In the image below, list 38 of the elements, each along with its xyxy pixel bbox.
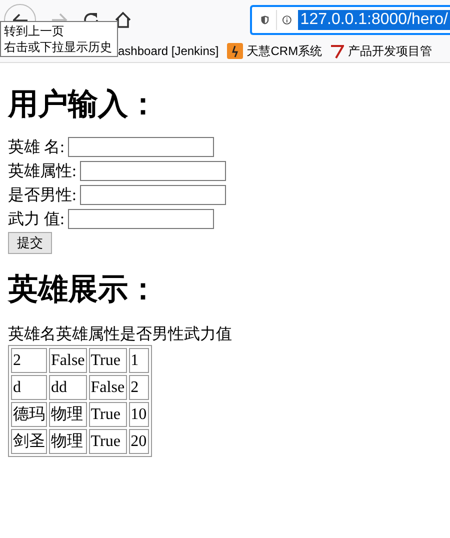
table-cell: 1 <box>128 348 149 373</box>
field-label: 武力 值: <box>8 210 64 230</box>
field-label: 英雄 名: <box>8 138 64 158</box>
table-cell: 德玛 <box>11 402 47 427</box>
table-cell: d <box>11 375 47 400</box>
field-label: 英雄属性: <box>8 162 76 182</box>
table-cell: 剑圣 <box>11 429 47 454</box>
table-cell: 10 <box>128 402 149 427</box>
address-bar[interactable]: 127.0.0.1:8000/hero/ <box>250 5 450 35</box>
bookmark-icon <box>226 43 243 59</box>
table-header-text: 英雄名英雄属性是否男性武力值 <box>8 324 233 345</box>
bookmark-item[interactable]: ashboard [Jenkins] <box>118 44 219 58</box>
input-field[interactable] <box>68 209 214 229</box>
field-label: 是否男性: <box>8 186 76 206</box>
table-cell: True <box>88 429 127 454</box>
home-icon[interactable] <box>114 11 132 29</box>
table-cell: False <box>88 375 127 400</box>
table-cell: 20 <box>128 429 149 454</box>
section-heading: 用户输入： <box>8 87 159 123</box>
bookmark-item[interactable]: 产品开发项目管 <box>330 42 432 60</box>
submit-button[interactable]: 提交 <box>8 232 52 254</box>
input-field[interactable] <box>80 161 226 181</box>
section-heading: 英雄展示： <box>8 272 159 308</box>
table-cell: True <box>88 348 127 373</box>
url-text: 127.0.0.1:8000/hero/ <box>298 10 450 30</box>
table-cell: dd <box>49 375 87 400</box>
input-field[interactable] <box>80 185 226 205</box>
tooltip-text: 转到上一页 <box>4 23 65 39</box>
bookmark-item[interactable]: 天慧CRM系统 <box>226 42 322 60</box>
table-cell: True <box>88 402 127 427</box>
input-field[interactable] <box>68 137 214 157</box>
table-cell: 2 <box>11 348 47 373</box>
bookmark-icon <box>330 43 344 59</box>
table-cell: 2 <box>128 375 149 400</box>
table-cell: 物理 <box>49 402 87 427</box>
table-cell: False <box>49 348 87 373</box>
tooltip-text: 右击或下拉显示历史 <box>4 39 113 55</box>
table-cell: 物理 <box>49 429 87 454</box>
